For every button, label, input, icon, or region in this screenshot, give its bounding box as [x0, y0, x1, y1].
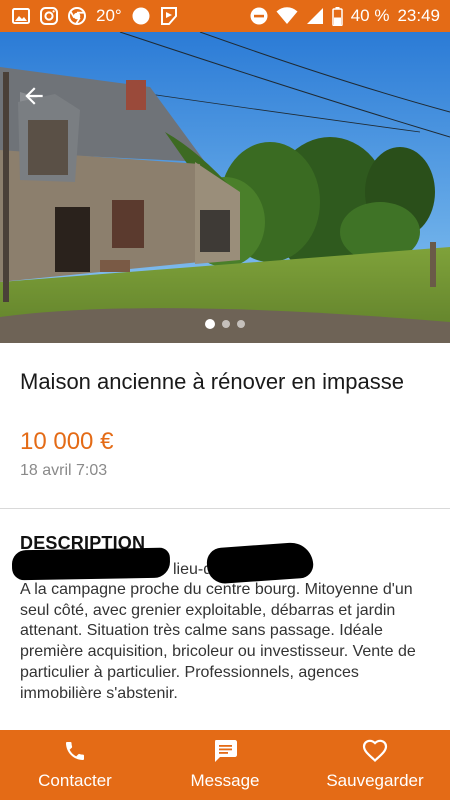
gallery-icon	[12, 8, 30, 24]
message-button[interactable]: Message	[150, 730, 300, 800]
ad-title: Maison ancienne à rénover en impasse	[20, 369, 405, 394]
instagram-icon	[40, 7, 58, 25]
status-bar-right: 40 % 23:49	[250, 6, 450, 26]
contact-button[interactable]: Contacter	[0, 730, 150, 800]
flag-icon	[160, 7, 178, 25]
redaction-mark-2	[205, 541, 315, 585]
signal-icon	[306, 7, 324, 25]
clock-time: 23:49	[397, 6, 440, 25]
arrow-left-icon	[25, 87, 43, 105]
temperature-text: 20°	[96, 6, 122, 25]
redaction-mark-1	[11, 547, 171, 581]
phone-icon	[66, 742, 84, 760]
house-photo-illustration	[0, 32, 450, 343]
status-bar: 20° 40 % 23:49	[0, 0, 450, 32]
circle-icon	[132, 7, 150, 25]
section-divider	[0, 508, 450, 509]
dnd-icon	[250, 7, 268, 25]
listing-photo[interactable]	[0, 32, 450, 343]
gallery-pagination	[0, 318, 450, 330]
save-button[interactable]: Sauvegarder	[300, 730, 450, 800]
bottom-action-bar: Contacter Message Sauvegarder	[0, 730, 450, 800]
contact-label: Contacter	[38, 771, 112, 790]
chrome-icon	[68, 7, 86, 25]
ad-date: 18 avril 7:03	[20, 462, 108, 479]
status-bar-left: 20°	[0, 6, 178, 26]
ad-price: 10 000 €	[20, 428, 114, 455]
gallery-dot-2[interactable]	[222, 320, 230, 328]
chat-bubble-icon	[215, 740, 237, 762]
back-button[interactable]	[18, 80, 50, 112]
wifi-icon	[276, 7, 298, 25]
description-body: A la campagne proche du centre bourg. Mi…	[20, 581, 416, 702]
battery-icon	[331, 6, 343, 26]
battery-percent: 40 %	[350, 6, 390, 25]
message-label: Message	[190, 771, 260, 790]
gallery-dot-1[interactable]	[205, 319, 215, 329]
save-label: Sauvegarder	[326, 771, 424, 790]
heart-outline-icon	[362, 739, 388, 763]
gallery-dot-3[interactable]	[237, 320, 245, 328]
